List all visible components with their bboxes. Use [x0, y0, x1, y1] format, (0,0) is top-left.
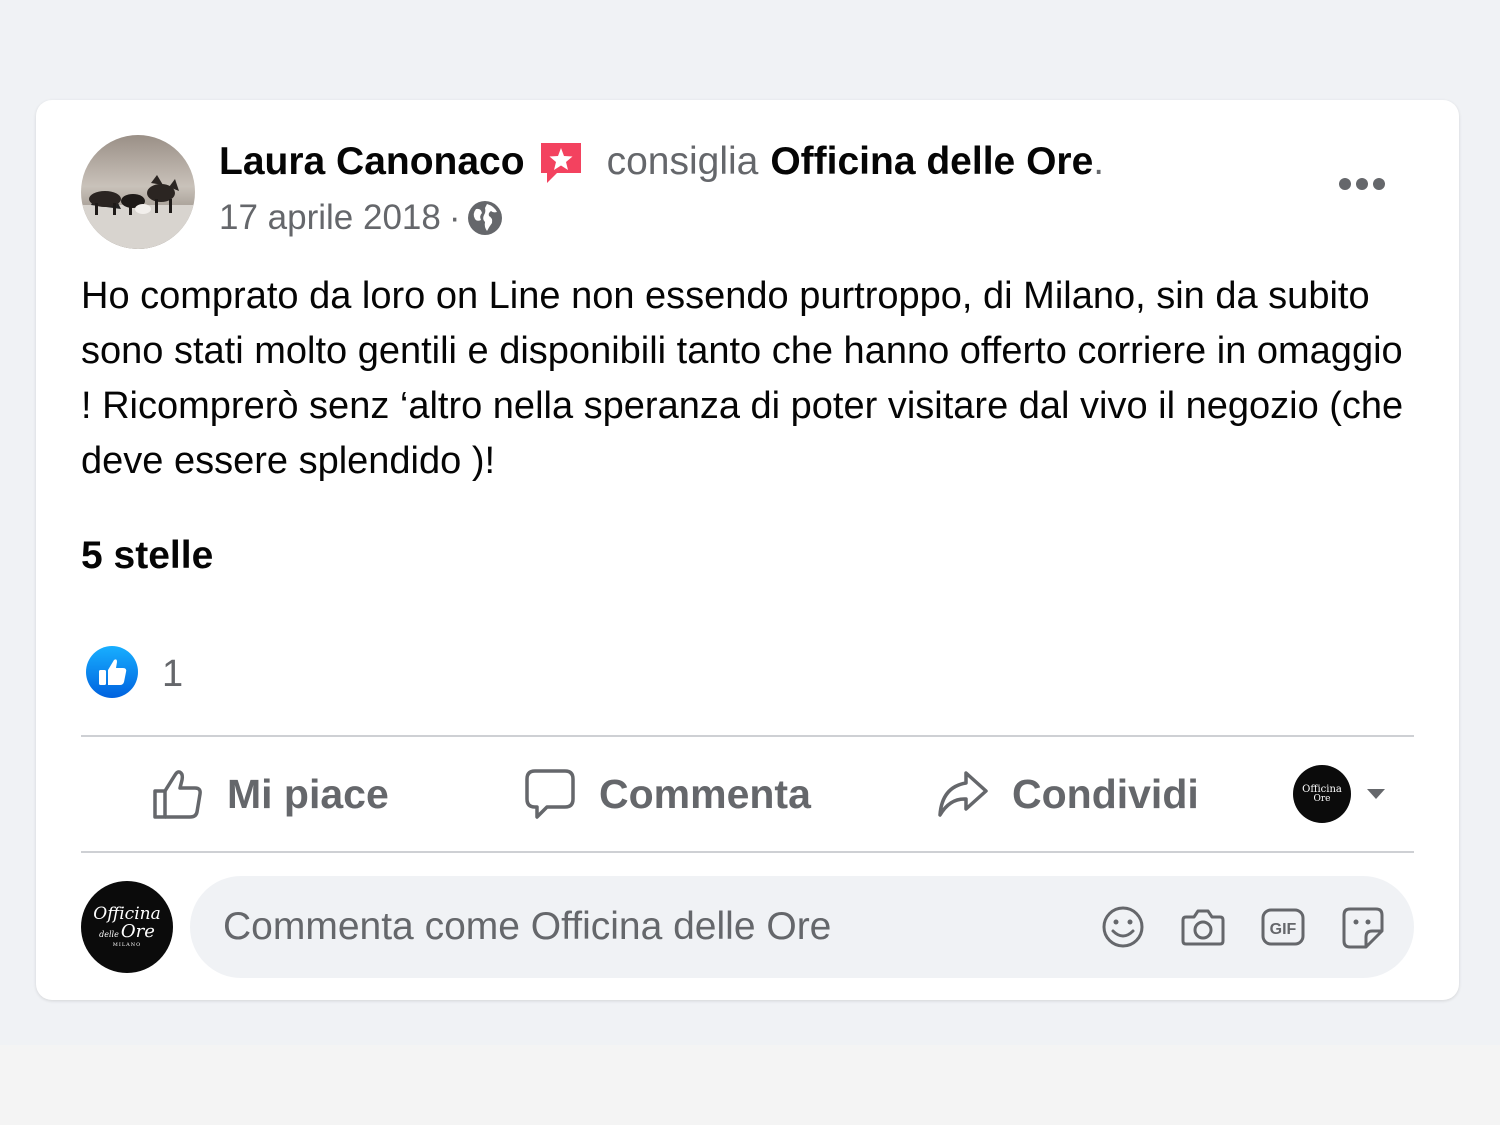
thumbs-up-icon [151, 767, 205, 821]
like-reaction-icon [86, 645, 138, 703]
comment-composer: GIF [190, 876, 1414, 978]
logo-line-1: Officina [1302, 783, 1342, 795]
logo-text-ore: Ore [120, 921, 155, 942]
emoji-icon [1102, 906, 1144, 948]
post-card: Laura Canonaco consiglia Officina delle … [36, 100, 1459, 1000]
like-label: Mi piace [227, 770, 389, 817]
camera-icon [1181, 909, 1225, 946]
action-bar: Mi piace Commenta Condividi Officina Ore [81, 738, 1414, 852]
post-header: Laura Canonaco consiglia Officina delle … [219, 138, 1104, 186]
reaction-summary[interactable]: 1 [86, 645, 184, 703]
sticker-button[interactable] [1340, 904, 1386, 950]
globe-icon[interactable] [467, 200, 503, 236]
rating-text: 5 stelle [81, 534, 214, 577]
emoji-button[interactable] [1100, 904, 1146, 950]
author-avatar[interactable] [81, 135, 195, 249]
share-arrow-icon [936, 767, 990, 821]
page-name-link[interactable]: Officina delle Ore [770, 140, 1093, 184]
divider-bottom [81, 851, 1414, 853]
comment-button[interactable]: Commenta [523, 760, 811, 828]
share-label: Condividi [1012, 770, 1199, 817]
post-meta: 17 aprile 2018 · [219, 196, 503, 240]
chevron-down-icon [1365, 787, 1387, 801]
like-button[interactable]: Mi piace [151, 760, 389, 828]
logo-line-3: Ore [1313, 793, 1331, 804]
actor-selector[interactable]: Officina Ore [1293, 764, 1387, 824]
trailing-dot: . [1093, 140, 1105, 183]
gif-icon: GIF [1261, 908, 1305, 946]
comment-input[interactable] [190, 876, 1070, 978]
recommend-icon [537, 139, 585, 185]
page-bottom-band [0, 1045, 1500, 1125]
logo-text-milano: MILANO [112, 942, 142, 948]
comment-label: Commenta [599, 770, 811, 817]
recommend-verb: consiglia [606, 140, 759, 183]
post-body: Ho comprato da loro on Line non essendo … [81, 275, 1404, 482]
share-button[interactable]: Condividi [936, 760, 1199, 828]
gif-button[interactable]: GIF [1260, 904, 1306, 950]
meta-separator: · [448, 198, 461, 237]
page-logo-small: Officina Ore [1293, 765, 1351, 823]
more-options-icon [1339, 178, 1385, 190]
camera-button[interactable] [1180, 904, 1226, 950]
post-date[interactable]: 17 aprile 2018 [219, 198, 441, 238]
author-name[interactable]: Laura Canonaco [219, 140, 525, 184]
logo-text-delle: delle [99, 930, 119, 939]
commenter-avatar[interactable]: Officina delle Ore MILANO [81, 881, 173, 973]
speech-bubble-icon [523, 767, 577, 821]
svg-text:GIF: GIF [1270, 921, 1297, 938]
reaction-count: 1 [162, 652, 184, 695]
more-options-button[interactable] [1329, 162, 1395, 206]
sticker-icon [1342, 907, 1384, 949]
divider-top [81, 735, 1414, 737]
